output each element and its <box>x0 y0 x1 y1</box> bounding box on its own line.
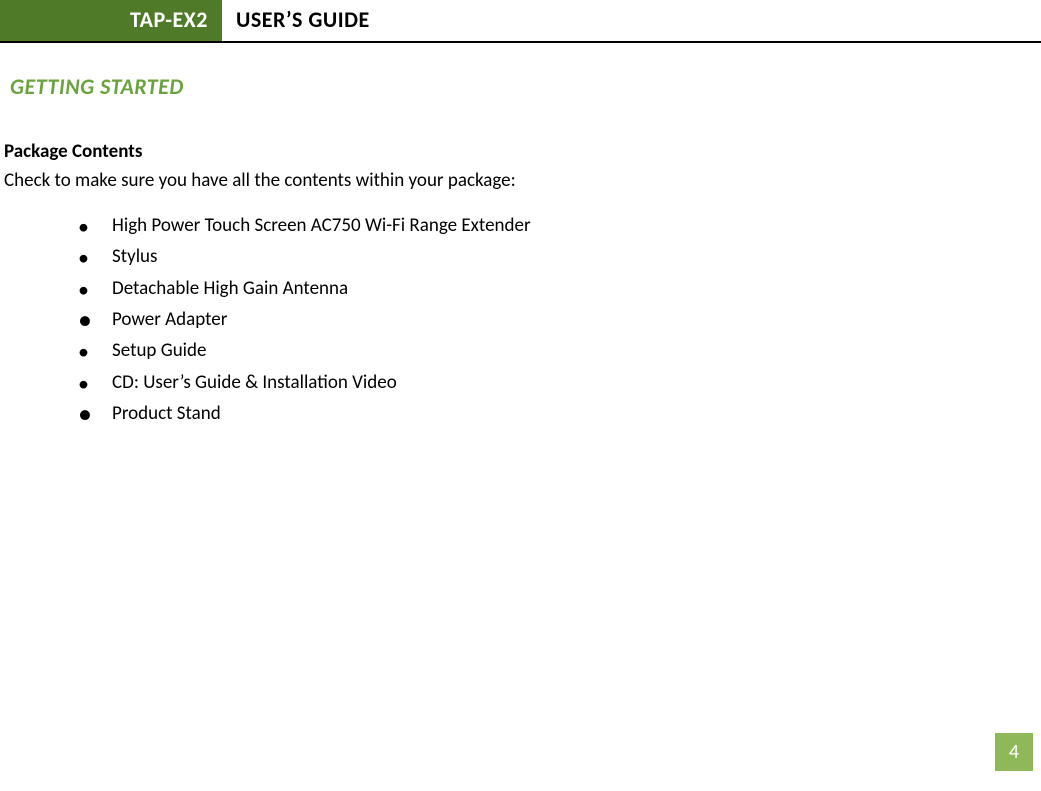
list-item-text: High Power Touch Screen AC750 Wi-Fi Rang… <box>112 214 531 237</box>
list-item-text: Setup Guide <box>112 339 206 362</box>
document-title-text: USER’S GUIDE <box>236 6 370 33</box>
document-header: TAP-EX2 USER’S GUIDE <box>0 0 1041 43</box>
list-item-text: CD: User’s Guide & Installation Video <box>112 371 397 394</box>
section-heading: GETTING STARTED <box>10 73 1041 100</box>
list-item: Setup Guide <box>78 335 1041 366</box>
list-item: Power Adapter <box>78 304 1041 335</box>
list-item-text: Power Adapter <box>112 308 227 331</box>
list-item-text: Product Stand <box>112 402 221 425</box>
list-item: CD: User’s Guide & Installation Video <box>78 367 1041 398</box>
list-item: Product Stand <box>78 398 1041 429</box>
intro-paragraph: Check to make sure you have all the cont… <box>4 169 1041 192</box>
subsection-heading: Package Contents <box>4 140 1041 163</box>
page-number-text: 4 <box>1009 740 1019 764</box>
product-badge-text: TAP-EX2 <box>130 6 208 33</box>
package-contents-list: High Power Touch Screen AC750 Wi-Fi Rang… <box>78 210 1041 429</box>
list-item-text: Detachable High Gain Antenna <box>112 277 348 300</box>
document-title: USER’S GUIDE <box>222 0 384 41</box>
list-item: Detachable High Gain Antenna <box>78 273 1041 304</box>
list-item-text: Stylus <box>112 245 157 268</box>
page-number: 4 <box>995 733 1033 771</box>
list-item: Stylus <box>78 241 1041 272</box>
list-item: High Power Touch Screen AC750 Wi-Fi Rang… <box>78 210 1041 241</box>
product-badge: TAP-EX2 <box>0 0 222 41</box>
